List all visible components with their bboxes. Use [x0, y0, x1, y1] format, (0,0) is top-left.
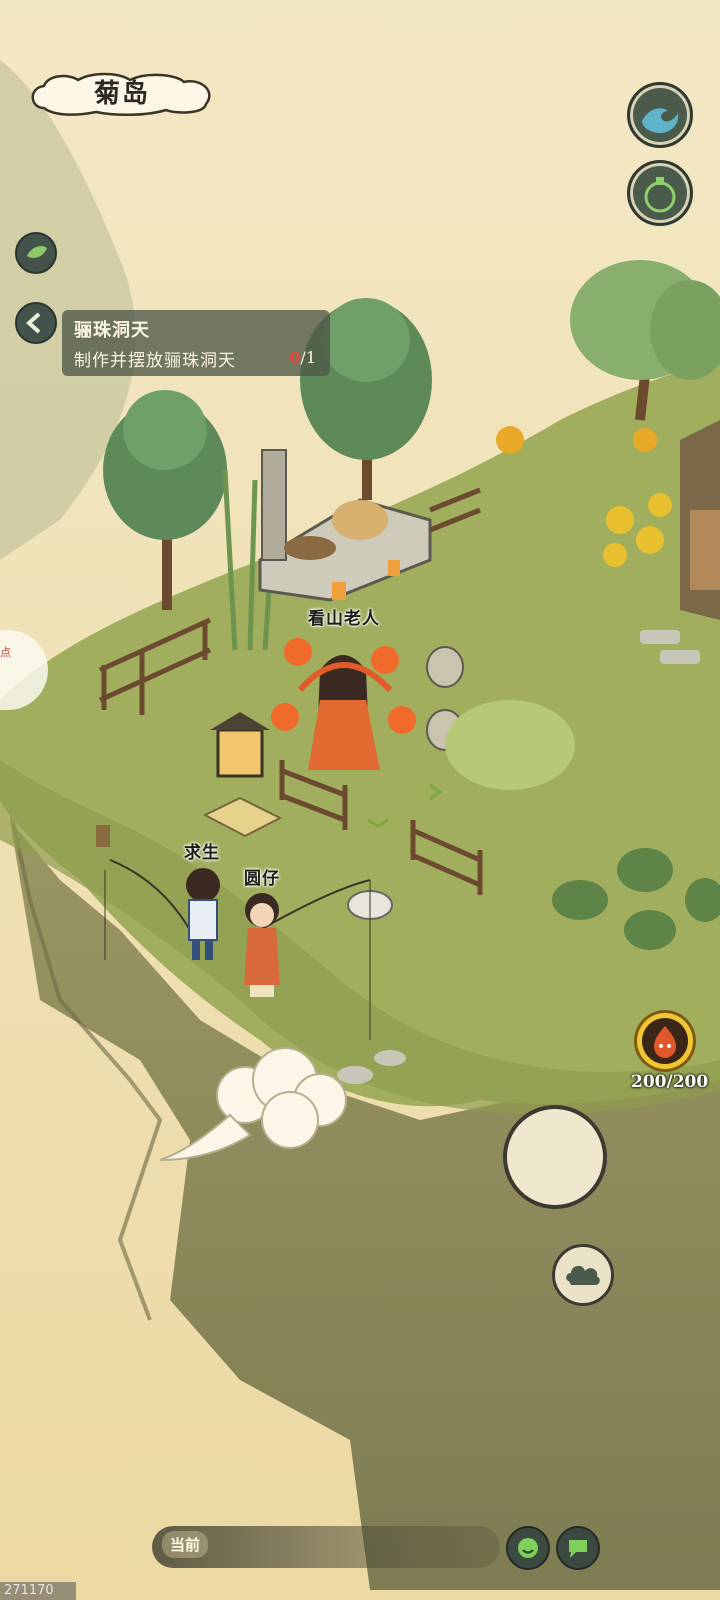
- energy-button[interactable]: [634, 1010, 696, 1072]
- location-name: 菊岛: [93, 79, 150, 109]
- cloud-action-button[interactable]: [552, 1244, 614, 1306]
- quest-progress-done: 0: [289, 348, 301, 367]
- smile-icon: [518, 1538, 538, 1558]
- grass-bush: [445, 700, 575, 790]
- chat-channel-label[interactable]: 当前: [162, 1531, 209, 1558]
- npc-name-mountain-elder[interactable]: 看山老人: [308, 604, 380, 629]
- npc-name-yuanzai[interactable]: 圆仔: [244, 864, 280, 889]
- npc-yuanzai-sprite: [244, 893, 280, 997]
- cloud-icon: [566, 1265, 600, 1285]
- game-scene[interactable]: [0, 0, 720, 1600]
- movement-joystick[interactable]: [503, 1105, 607, 1209]
- build-id: 271170: [0, 1582, 76, 1600]
- quest-collapse-button[interactable]: [15, 302, 57, 344]
- wave-button[interactable]: [627, 82, 693, 148]
- energy-value: 200/200: [631, 1072, 709, 1092]
- leaf-button[interactable]: [15, 232, 57, 274]
- wave-icon: [642, 108, 679, 133]
- quest-progress-total: /1: [300, 348, 316, 367]
- chat-input-bar[interactable]: 当前: [152, 1526, 500, 1568]
- leaf-icon: [27, 246, 47, 258]
- quest-tracker-panel[interactable]: 骊珠洞天 制作并摆放骊珠洞天 0/1: [62, 310, 330, 376]
- gourd-icon: [644, 177, 676, 213]
- chevron-left-icon: [26, 312, 41, 334]
- emoji-button[interactable]: [506, 1526, 550, 1570]
- house: [680, 420, 720, 620]
- fire-spirit-icon: [642, 1018, 688, 1064]
- side-drawer-label: 点: [0, 646, 11, 659]
- quest-progress: 0/1: [289, 348, 316, 367]
- chat-button[interactable]: [556, 1526, 600, 1570]
- quest-title: 骊珠洞天: [74, 320, 150, 341]
- chat-bubble-icon: [569, 1540, 587, 1558]
- quest-description: 制作并摆放骊珠洞天: [74, 351, 236, 371]
- gourd-button[interactable]: [627, 160, 693, 226]
- location-title-bubble: 菊岛: [26, 70, 218, 118]
- npc-name-qiusheng[interactable]: 求生: [184, 838, 220, 863]
